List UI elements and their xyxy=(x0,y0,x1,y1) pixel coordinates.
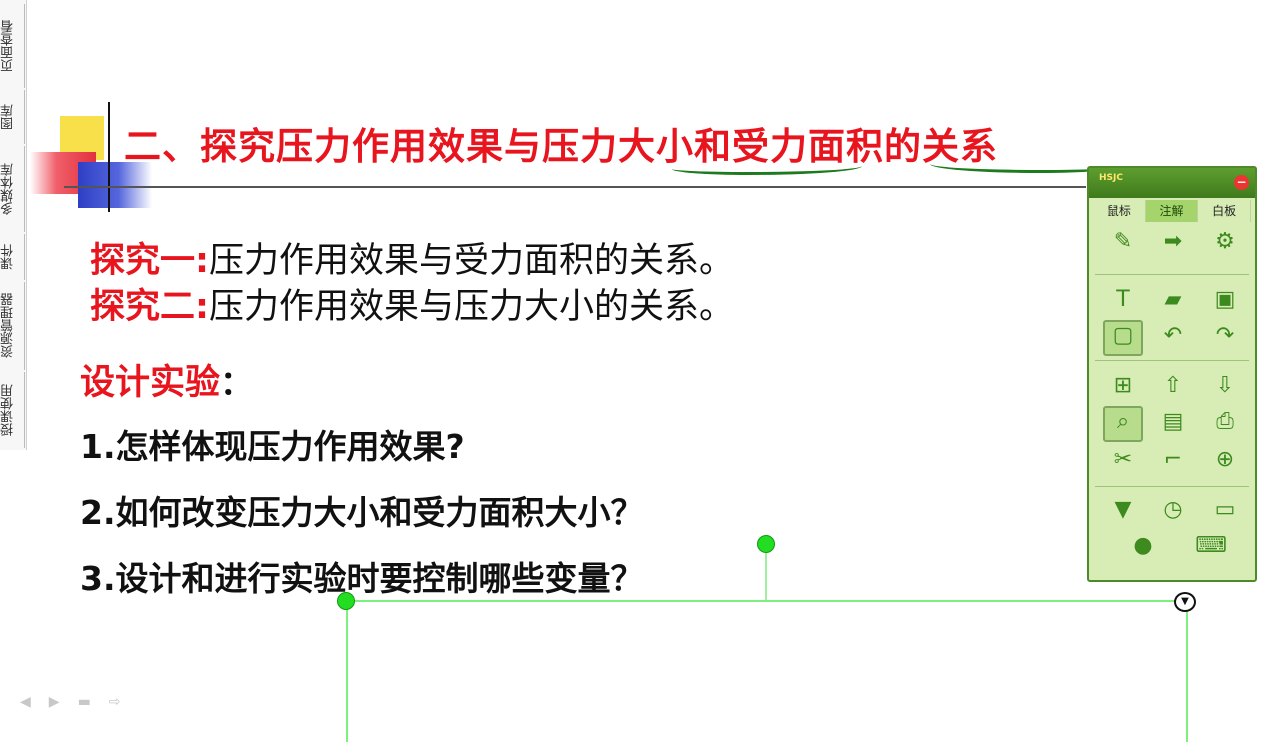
side-tab-teaching[interactable]: 授课使用 xyxy=(1,372,25,448)
resize-handle-top-left[interactable] xyxy=(337,592,355,610)
image-insert-icon[interactable]: ▣ xyxy=(1207,284,1243,316)
toolbar-logo: HSJC xyxy=(1099,173,1123,183)
side-tab-gallery[interactable]: 图库 xyxy=(1,90,25,144)
design-label: 设计实验 xyxy=(80,363,221,403)
eraser-icon[interactable]: ▰ xyxy=(1155,284,1191,316)
tab-mouse[interactable]: 鼠标 xyxy=(1093,200,1146,222)
page-down-icon[interactable]: ⇩ xyxy=(1207,370,1243,402)
toolbar-divider xyxy=(1095,360,1249,361)
deco-vertical-line xyxy=(108,102,110,212)
rotate-handle[interactable] xyxy=(757,535,775,553)
explore-1-text: 压力作用效果与受力面积的关系。 xyxy=(209,241,735,281)
filter-icon[interactable]: ▼ xyxy=(1105,494,1141,526)
title-rule xyxy=(64,186,1086,188)
side-tab-media-library[interactable]: 多媒体库 xyxy=(1,146,25,232)
pens-icon[interactable]: ✎ xyxy=(1105,226,1141,258)
slide-navigation: ◀ ▶ ▬ ⇨ xyxy=(20,694,121,710)
selection-frame[interactable] xyxy=(346,600,1188,742)
design-heading: 设计实验： xyxy=(80,354,253,405)
tools-icon[interactable]: ✂ xyxy=(1105,444,1141,476)
design-colon: ： xyxy=(220,363,254,402)
print-icon[interactable]: ⎙ xyxy=(1207,406,1243,438)
new-page-icon[interactable]: ⊞ xyxy=(1105,370,1141,402)
page-up-icon[interactable]: ⇧ xyxy=(1155,370,1191,402)
toolbar-divider xyxy=(1095,486,1249,487)
question-2: 2.如何改变压力大小和受力面积大小？ xyxy=(80,493,644,532)
frame-menu-handle[interactable]: ▼ xyxy=(1174,592,1196,612)
explore-2-line: 探究二:压力作用效果与压力大小的关系。 xyxy=(90,278,734,329)
rotation-stem xyxy=(765,550,767,600)
goto-slide-icon[interactable]: ⇨ xyxy=(109,694,121,710)
prev-slide-icon[interactable]: ◀ xyxy=(20,694,31,710)
tab-annotate[interactable]: 注解 xyxy=(1145,200,1199,222)
explore-2-label: 探究二: xyxy=(90,287,209,327)
tab-whiteboard[interactable]: 白板 xyxy=(1198,200,1252,222)
slide-title: 二、探究压力作用效果与压力大小和受力面积的关系 xyxy=(124,125,998,168)
explore-2-text: 压力作用效果与压力大小的关系。 xyxy=(209,287,735,327)
add-icon[interactable]: ⊕ xyxy=(1207,444,1243,476)
redo-icon[interactable]: ↷ xyxy=(1207,320,1243,352)
toolbar-header[interactable]: HSJC − xyxy=(1089,168,1255,198)
toolbar-divider xyxy=(1095,274,1249,275)
explore-1-label: 探究一: xyxy=(90,241,209,281)
ink-underline-1 xyxy=(672,160,862,175)
side-tab-resource-manager[interactable]: 资源管理器 xyxy=(1,282,25,370)
next-slide-icon[interactable]: ▶ xyxy=(49,694,60,710)
undo-icon[interactable]: ↶ xyxy=(1155,320,1191,352)
side-tab-page-view[interactable]: 页面查看 xyxy=(1,4,25,88)
timer-icon[interactable]: ◷ xyxy=(1155,494,1191,526)
zoom-page-icon[interactable]: ⌕ xyxy=(1103,406,1143,442)
toolbar-close-button[interactable]: − xyxy=(1234,175,1249,190)
spotlight-icon[interactable]: ⌐ xyxy=(1155,444,1191,476)
gear-icon[interactable]: ⚙ xyxy=(1207,226,1243,258)
side-tab-courseware[interactable]: 课件 xyxy=(1,234,25,280)
annotation-toolbar: HSJC − 鼠标 注解 白板 ✎ ➡ ⚙ T ▰ ▣ ▢ ↶ ↷ ⊞ ⇧ ⇩ … xyxy=(1087,166,1257,582)
text-icon[interactable]: T xyxy=(1105,284,1141,316)
menu-icon[interactable]: ▬ xyxy=(78,694,91,710)
arrow-icon[interactable]: ➡ xyxy=(1155,226,1191,258)
explore-1-line: 探究一:压力作用效果与受力面积的关系。 xyxy=(90,232,734,283)
camera-icon[interactable]: ▭ xyxy=(1207,494,1243,526)
keyboard-icon[interactable]: ⌨ xyxy=(1193,530,1229,562)
toolbar-tabs: 鼠标 注解 白板 xyxy=(1093,200,1252,222)
users-icon[interactable]: ● xyxy=(1125,530,1161,562)
question-3: 3.设计和进行实验时要控制哪些变量？ xyxy=(80,559,644,598)
question-1: 1.怎样体现压力作用效果? xyxy=(80,427,465,466)
select-rect-icon[interactable]: ▢ xyxy=(1103,320,1143,356)
screenshot-icon[interactable]: ▤ xyxy=(1155,406,1191,438)
